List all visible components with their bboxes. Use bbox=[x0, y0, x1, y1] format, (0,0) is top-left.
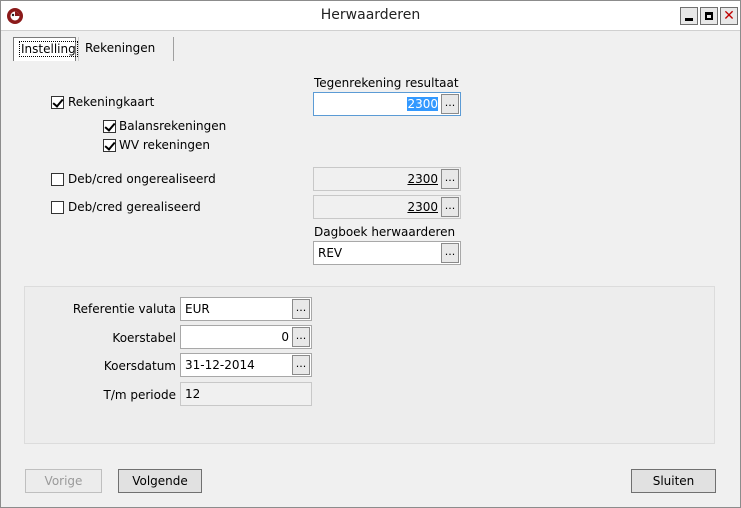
balansrekeningen-label: Balansrekeningen bbox=[119, 119, 227, 133]
koerstabel-label: Koerstabel bbox=[112, 331, 176, 345]
debcred-gerealiseerd-field[interactable]: 2300 ... bbox=[313, 195, 461, 219]
vorige-button[interactable]: Vorige bbox=[25, 469, 102, 493]
periode-field: 12 bbox=[180, 382, 312, 406]
referentie-valuta-lookup-button[interactable]: ... bbox=[292, 299, 310, 319]
koerstabel-field[interactable]: 0 ... bbox=[180, 325, 312, 349]
periode-label: T/m periode bbox=[103, 388, 177, 402]
debcred-gerealiseerd-label: Deb/cred gerealiseerd bbox=[68, 200, 201, 214]
debcred-ongerealiseerd-field[interactable]: 2300 ... bbox=[313, 167, 461, 191]
tab-instelling-label: Instelling bbox=[19, 41, 78, 57]
dialog-window: Herwaarderen ✕ Instelling Rekeningen Teg… bbox=[0, 0, 741, 508]
sluiten-button[interactable]: Sluiten bbox=[631, 469, 716, 493]
tab-rekeningen-label: Rekeningen bbox=[85, 41, 156, 55]
referentie-valuta-value: EUR bbox=[185, 302, 210, 316]
rekeningkaart-checkbox[interactable] bbox=[51, 96, 64, 109]
debcred-ongerealiseerd-lookup-button[interactable]: ... bbox=[441, 169, 459, 189]
tegenrekening-value: 2300 bbox=[407, 97, 438, 111]
maximize-button[interactable] bbox=[700, 7, 718, 25]
referentie-valuta-field[interactable]: EUR ... bbox=[180, 297, 312, 321]
tab-instelling[interactable]: Instelling bbox=[13, 37, 78, 61]
debcred-ongerealiseerd-value: 2300 bbox=[407, 172, 438, 186]
balansrekeningen-checkbox[interactable] bbox=[103, 120, 116, 133]
koersdatum-label: Koersdatum bbox=[103, 359, 176, 373]
dagboek-value: REV bbox=[318, 246, 343, 260]
volgende-button[interactable]: Volgende bbox=[118, 469, 202, 493]
tegenrekening-label: Tegenrekening resultaat bbox=[314, 76, 459, 90]
referentie-valuta-label: Referentie valuta bbox=[72, 302, 176, 316]
koersdatum-field[interactable]: 31-12-2014 ... bbox=[180, 353, 312, 377]
title-bar: Herwaarderen ✕ bbox=[1, 1, 740, 31]
dagboek-field[interactable]: REV ... bbox=[313, 241, 461, 265]
tab-rekeningen[interactable]: Rekeningen bbox=[78, 37, 174, 61]
wv-rekeningen-checkbox[interactable] bbox=[103, 139, 116, 152]
wv-rekeningen-label: WV rekeningen bbox=[119, 138, 210, 152]
rekeningkaart-label: Rekeningkaart bbox=[68, 95, 155, 109]
dagboek-label: Dagboek herwaarderen bbox=[314, 225, 456, 239]
minimize-button[interactable] bbox=[680, 7, 698, 25]
periode-value: 12 bbox=[185, 387, 201, 401]
debcred-gerealiseerd-value: 2300 bbox=[407, 200, 438, 214]
dagboek-lookup-button[interactable]: ... bbox=[441, 243, 459, 263]
koersdatum-picker-button[interactable]: ... bbox=[292, 355, 310, 375]
tegenrekening-lookup-button[interactable]: ... bbox=[441, 94, 459, 114]
debcred-gerealiseerd-lookup-button[interactable]: ... bbox=[441, 197, 459, 217]
close-icon: ✕ bbox=[723, 8, 735, 24]
tegenrekening-field[interactable]: 2300 ... bbox=[313, 92, 461, 116]
debcred-ongerealiseerd-checkbox[interactable] bbox=[51, 173, 64, 186]
koersdatum-value: 31-12-2014 bbox=[185, 358, 255, 372]
close-button[interactable]: ✕ bbox=[720, 7, 738, 25]
debcred-ongerealiseerd-label: Deb/cred ongerealiseerd bbox=[68, 172, 216, 186]
window-title: Herwaarderen bbox=[320, 7, 421, 23]
koerstabel-value: 0 bbox=[281, 330, 289, 344]
debcred-gerealiseerd-checkbox[interactable] bbox=[51, 201, 64, 214]
koerstabel-lookup-button[interactable]: ... bbox=[292, 327, 310, 347]
